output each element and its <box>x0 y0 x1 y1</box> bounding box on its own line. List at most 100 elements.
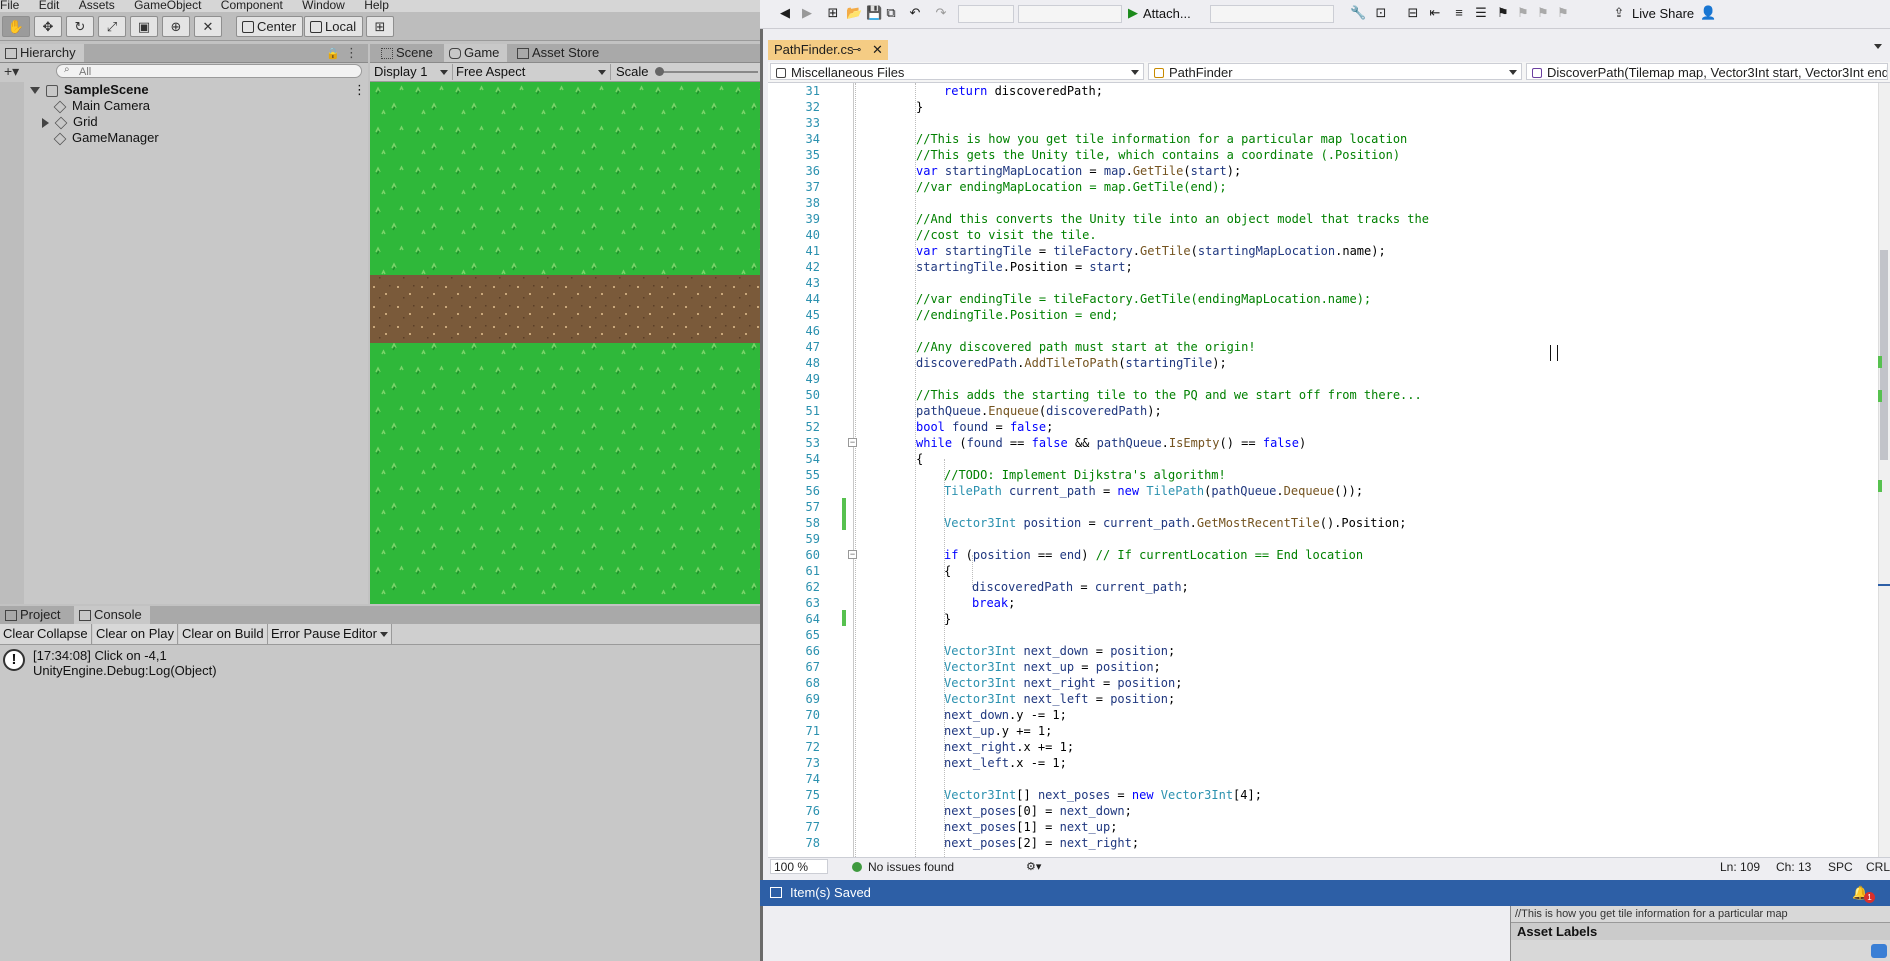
tool-icon[interactable]: 🔧 <box>1350 6 1366 20</box>
tab-pathfinder[interactable]: PathFinder.cs ⊸ ✕ <box>768 40 888 60</box>
collapse-icon[interactable] <box>42 117 49 128</box>
line-number: 43 <box>805 276 820 290</box>
zoom-dropdown[interactable]: 100 % <box>770 859 828 874</box>
pin-icon[interactable]: ⊸ <box>852 40 861 60</box>
hierarchy-item-grid[interactable]: Grid <box>42 114 98 130</box>
live-share-button[interactable]: Live Share <box>1632 5 1694 23</box>
hierarchy-item-main-camera[interactable]: Main Camera <box>53 98 150 114</box>
collapse-icon[interactable]: − <box>848 438 857 447</box>
config-dropdown[interactable] <box>958 5 1014 23</box>
camera-icon[interactable]: ⊡ <box>1374 6 1388 20</box>
scale-slider-thumb[interactable] <box>655 67 664 76</box>
collapse-icon[interactable]: − <box>848 550 857 559</box>
clear-on-play-button[interactable]: Clear on Play <box>93 624 179 644</box>
custom-tool-icon[interactable]: ✕ <box>194 16 222 37</box>
member-dropdown[interactable]: DiscoverPath(Tilemap map, Vector3Int sta… <box>1526 63 1888 80</box>
pivot-local-button[interactable]: Local <box>304 16 364 37</box>
line-number: 59 <box>805 532 820 546</box>
code-line: Vector3Int next_down = position; <box>944 644 1176 658</box>
class-dropdown[interactable]: PathFinder <box>1148 63 1522 80</box>
outline-icon[interactable]: ⊟ <box>1406 6 1420 20</box>
collapse-button[interactable]: Collapse <box>34 624 92 644</box>
expand-icon[interactable] <box>30 87 40 95</box>
lock-icon[interactable]: 🔒 <box>326 47 340 60</box>
tab-asset-store[interactable]: Asset Store <box>512 44 607 62</box>
hierarchy-search-input[interactable]: All <box>56 64 362 78</box>
tag-icon[interactable] <box>1871 944 1887 958</box>
rect-tool-icon[interactable]: ▣ <box>130 16 158 37</box>
scene-row[interactable]: SampleScene ⋮ <box>30 82 366 98</box>
editor-dropdown[interactable]: Editor <box>340 624 392 644</box>
scale-tool-icon[interactable]: ⤢ <box>98 16 126 37</box>
clear-button[interactable]: Clear <box>0 624 39 644</box>
vertical-scrollbar[interactable] <box>1878 83 1890 857</box>
bookmark-icon[interactable]: ⚑ <box>1496 6 1510 20</box>
new-item-icon[interactable]: ⊞ <box>826 6 840 20</box>
platform-dropdown[interactable] <box>1018 5 1122 23</box>
add-icon[interactable]: +▾ <box>4 63 19 80</box>
close-icon[interactable]: ✕ <box>872 40 883 60</box>
line-indicator[interactable]: Ln: 109 <box>1720 858 1760 876</box>
clear-on-build-button[interactable]: Clear on Build <box>179 624 268 644</box>
tab-hierarchy[interactable]: Hierarchy <box>0 44 84 62</box>
forward-icon[interactable]: ▶ <box>800 6 814 20</box>
menu-file[interactable]: File <box>0 0 19 11</box>
asset-labels-header[interactable]: Asset Labels <box>1511 922 1890 940</box>
target-dropdown[interactable] <box>1210 5 1334 23</box>
code-line: return discoveredPath; <box>944 84 1103 98</box>
menu-component[interactable]: Component <box>221 0 283 11</box>
whitespace-indicator[interactable]: SPC <box>1828 858 1853 876</box>
hierarchy-tabbar: Hierarchy 🔒 ⋮ <box>0 44 368 63</box>
aspect-dropdown[interactable]: Free Aspect <box>452 64 611 80</box>
menu-edit[interactable]: Edit <box>39 0 60 11</box>
more-icon[interactable]: ⋮ <box>345 45 358 61</box>
hierarchy-item-gamemanager[interactable]: GameManager <box>53 130 159 146</box>
redo-icon[interactable]: ↷ <box>934 6 948 20</box>
code-line: discoveredPath = current_path; <box>972 580 1189 594</box>
game-viewport[interactable] <box>370 82 760 604</box>
column-indicator[interactable]: Ch: 13 <box>1776 858 1811 876</box>
indent-icon[interactable]: ⇤ <box>1428 6 1442 20</box>
menu-gameobject[interactable]: GameObject <box>134 0 201 11</box>
live-share-icon[interactable]: ⇪ <box>1612 6 1626 20</box>
display-dropdown[interactable]: Display 1 <box>370 64 453 80</box>
tab-list-icon[interactable] <box>1874 44 1882 49</box>
issues-label[interactable]: No issues found <box>868 858 954 876</box>
save-icon[interactable]: 💾 <box>866 6 882 20</box>
tab-game[interactable]: Game <box>444 44 508 62</box>
open-folder-icon[interactable]: 📂 <box>846 6 862 20</box>
menu-window[interactable]: Window <box>302 0 345 11</box>
tab-project[interactable]: Project <box>0 606 68 624</box>
account-icon[interactable]: 👤 <box>1700 6 1716 20</box>
transform-tool-icon[interactable]: ⊕ <box>162 16 190 37</box>
tab-console[interactable]: Console <box>74 606 150 624</box>
cleanup-icon[interactable]: ⚙▾ <box>1026 858 1041 876</box>
undo-icon[interactable]: ↶ <box>908 6 922 20</box>
code-editor[interactable] <box>768 83 1878 857</box>
next-bookmark-icon[interactable]: ⚑ <box>1536 6 1550 20</box>
project-dropdown[interactable]: Miscellaneous Files <box>770 63 1144 80</box>
scrollbar-thumb[interactable] <box>1880 250 1888 460</box>
prev-bookmark-icon[interactable]: ⚑ <box>1516 6 1530 20</box>
line-ending-indicator[interactable]: CRLF <box>1866 858 1890 876</box>
grid-snap-icon[interactable]: ⊞ <box>366 16 394 37</box>
search-icon: ⌕ <box>64 64 70 75</box>
back-icon[interactable]: ◀ <box>778 6 792 20</box>
scene-menu-icon[interactable]: ⋮ <box>353 82 366 98</box>
align-icon[interactable]: ≡ <box>1452 6 1466 20</box>
save-all-icon[interactable]: ⧉ <box>884 6 898 20</box>
menu-assets[interactable]: Assets <box>79 0 115 11</box>
menu-help[interactable]: Help <box>364 0 389 11</box>
clear-bookmark-icon[interactable]: ⚑ <box>1556 6 1570 20</box>
pivot-center-button[interactable]: Center <box>236 16 304 37</box>
scale-slider[interactable] <box>658 71 758 73</box>
hand-tool-icon[interactable]: ✋ <box>2 16 30 37</box>
error-pause-button[interactable]: Error Pause <box>268 624 345 644</box>
tab-scene[interactable]: Scene <box>376 44 441 62</box>
console-log-entry[interactable]: ! [17:34:08] Click on -4,1 UnityEngine.D… <box>0 646 760 680</box>
move-tool-icon[interactable]: ✥ <box>34 16 62 37</box>
rotate-tool-icon[interactable]: ↻ <box>66 16 94 37</box>
play-icon[interactable]: ▶ <box>1126 6 1140 20</box>
attach-button[interactable]: Attach... <box>1143 5 1191 23</box>
format-icon[interactable]: ☰ <box>1474 6 1488 20</box>
